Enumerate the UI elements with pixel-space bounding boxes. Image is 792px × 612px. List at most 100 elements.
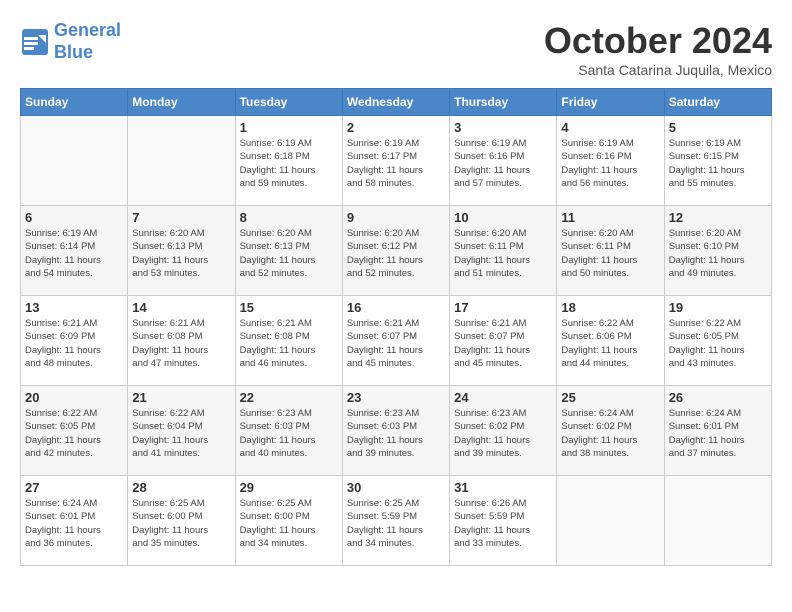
calendar-cell: 8 Sunrise: 6:20 AM Sunset: 6:13 PM Daylig… [235,206,342,296]
day-number: 30 [347,480,445,495]
day-info: Sunrise: 6:20 AM Sunset: 6:10 PM Dayligh… [669,227,767,280]
calendar-cell: 13 Sunrise: 6:21 AM Sunset: 6:09 PM Dayli… [21,296,128,386]
day-number: 2 [347,120,445,135]
logo-text: General Blue [54,20,121,63]
day-info: Sunrise: 6:19 AM Sunset: 6:17 PM Dayligh… [347,137,445,190]
day-info: Sunrise: 6:20 AM Sunset: 6:13 PM Dayligh… [240,227,338,280]
calendar-cell [664,476,771,566]
calendar-week-row: 27 Sunrise: 6:24 AM Sunset: 6:01 PM Dayli… [21,476,772,566]
calendar-cell: 5 Sunrise: 6:19 AM Sunset: 6:15 PM Daylig… [664,116,771,206]
calendar-cell: 16Sunrise: 6:21 AM Sunset: 6:07 PM Dayli… [342,296,449,386]
location: Santa Catarina Juquila, Mexico [544,62,772,78]
day-number: 26 [669,390,767,405]
calendar-cell: 22Sunrise: 6:23 AM Sunset: 6:03 PM Dayli… [235,386,342,476]
calendar-cell [557,476,664,566]
day-info: Sunrise: 6:20 AM Sunset: 6:11 PM Dayligh… [454,227,552,280]
calendar-cell [21,116,128,206]
calendar-cell: 31 Sunrise: 6:26 AM Sunset: 5:59 PM Dayli… [450,476,557,566]
day-info: Sunrise: 6:19 AM Sunset: 6:15 PM Dayligh… [669,137,767,190]
title-block: October 2024 Santa Catarina Juquila, Mex… [544,20,772,78]
calendar-cell: 10 Sunrise: 6:20 AM Sunset: 6:11 PM Dayli… [450,206,557,296]
logo-icon [20,27,50,57]
calendar-cell: 15 Sunrise: 6:21 AM Sunset: 6:08 PM Dayli… [235,296,342,386]
day-info: Sunrise: 6:22 AM Sunset: 6:04 PM Dayligh… [132,407,230,460]
calendar-cell: 4 Sunrise: 6:19 AM Sunset: 6:16 PM Daylig… [557,116,664,206]
calendar-week-row: 13 Sunrise: 6:21 AM Sunset: 6:09 PM Dayli… [21,296,772,386]
weekday-header: Sunday [21,89,128,116]
calendar-cell: 23Sunrise: 6:23 AM Sunset: 6:03 PM Dayli… [342,386,449,476]
day-info: Sunrise: 6:19 AM Sunset: 6:18 PM Dayligh… [240,137,338,190]
day-number: 19 [669,300,767,315]
day-number: 10 [454,210,552,225]
day-info: Sunrise: 6:19 AM Sunset: 6:16 PM Dayligh… [454,137,552,190]
day-number: 31 [454,480,552,495]
calendar-cell: 19 Sunrise: 6:22 AM Sunset: 6:05 PM Dayli… [664,296,771,386]
day-number: 14 [132,300,230,315]
day-info: Sunrise: 6:20 AM Sunset: 6:12 PM Dayligh… [347,227,445,280]
calendar-cell: 17 Sunrise: 6:21 AM Sunset: 6:07 PM Dayli… [450,296,557,386]
day-info: Sunrise: 6:21 AM Sunset: 6:08 PM Dayligh… [132,317,230,370]
day-number: 11 [561,210,659,225]
calendar-cell: 24 Sunrise: 6:23 AM Sunset: 6:02 PM Dayli… [450,386,557,476]
calendar-cell: 3 Sunrise: 6:19 AM Sunset: 6:16 PM Daylig… [450,116,557,206]
month-title: October 2024 [544,20,772,62]
day-number: 1 [240,120,338,135]
day-number: 29 [240,480,338,495]
day-number: 15 [240,300,338,315]
day-info: Sunrise: 6:25 AM Sunset: 5:59 PM Dayligh… [347,497,445,550]
day-number: 22 [240,390,338,405]
weekday-header: Monday [128,89,235,116]
calendar-week-row: 1 Sunrise: 6:19 AM Sunset: 6:18 PM Daylig… [21,116,772,206]
calendar-cell: 30 Sunrise: 6:25 AM Sunset: 5:59 PM Dayli… [342,476,449,566]
day-info: Sunrise: 6:19 AM Sunset: 6:16 PM Dayligh… [561,137,659,190]
day-info: Sunrise: 6:21 AM Sunset: 6:08 PM Dayligh… [240,317,338,370]
calendar-cell: 18 Sunrise: 6:22 AM Sunset: 6:06 PM Dayli… [557,296,664,386]
weekday-header: Wednesday [342,89,449,116]
day-info: Sunrise: 6:22 AM Sunset: 6:06 PM Dayligh… [561,317,659,370]
day-info: Sunrise: 6:23 AM Sunset: 6:02 PM Dayligh… [454,407,552,460]
day-info: Sunrise: 6:21 AM Sunset: 6:09 PM Dayligh… [25,317,123,370]
weekday-header: Tuesday [235,89,342,116]
calendar-week-row: 6 Sunrise: 6:19 AM Sunset: 6:14 PM Daylig… [21,206,772,296]
weekday-header: Saturday [664,89,771,116]
day-number: 9 [347,210,445,225]
day-number: 12 [669,210,767,225]
calendar-cell: 9 Sunrise: 6:20 AM Sunset: 6:12 PM Daylig… [342,206,449,296]
calendar-cell: 20Sunrise: 6:22 AM Sunset: 6:05 PM Dayli… [21,386,128,476]
day-number: 4 [561,120,659,135]
day-number: 13 [25,300,123,315]
calendar-cell: 28 Sunrise: 6:25 AM Sunset: 6:00 PM Dayli… [128,476,235,566]
day-number: 16 [347,300,445,315]
day-number: 28 [132,480,230,495]
day-number: 27 [25,480,123,495]
day-number: 3 [454,120,552,135]
day-info: Sunrise: 6:20 AM Sunset: 6:13 PM Dayligh… [132,227,230,280]
calendar-cell [128,116,235,206]
day-info: Sunrise: 6:20 AM Sunset: 6:11 PM Dayligh… [561,227,659,280]
calendar-table: SundayMondayTuesdayWednesdayThursdayFrid… [20,88,772,566]
day-number: 18 [561,300,659,315]
day-info: Sunrise: 6:25 AM Sunset: 6:00 PM Dayligh… [240,497,338,550]
day-info: Sunrise: 6:25 AM Sunset: 6:00 PM Dayligh… [132,497,230,550]
calendar-cell: 12 Sunrise: 6:20 AM Sunset: 6:10 PM Dayli… [664,206,771,296]
day-number: 6 [25,210,123,225]
day-number: 23 [347,390,445,405]
day-info: Sunrise: 6:24 AM Sunset: 6:02 PM Dayligh… [561,407,659,460]
day-info: Sunrise: 6:22 AM Sunset: 6:05 PM Dayligh… [669,317,767,370]
calendar-cell: 11 Sunrise: 6:20 AM Sunset: 6:11 PM Dayli… [557,206,664,296]
day-info: Sunrise: 6:19 AM Sunset: 6:14 PM Dayligh… [25,227,123,280]
day-number: 24 [454,390,552,405]
weekday-header-row: SundayMondayTuesdayWednesdayThursdayFrid… [21,89,772,116]
logo: General Blue [20,20,121,63]
calendar-cell: 2 Sunrise: 6:19 AM Sunset: 6:17 PM Daylig… [342,116,449,206]
day-number: 8 [240,210,338,225]
day-info: Sunrise: 6:22 AM Sunset: 6:05 PM Dayligh… [25,407,123,460]
day-info: Sunrise: 6:21 AM Sunset: 6:07 PM Dayligh… [454,317,552,370]
day-number: 5 [669,120,767,135]
day-info: Sunrise: 6:26 AM Sunset: 5:59 PM Dayligh… [454,497,552,550]
weekday-header: Friday [557,89,664,116]
day-number: 17 [454,300,552,315]
day-info: Sunrise: 6:24 AM Sunset: 6:01 PM Dayligh… [25,497,123,550]
calendar-cell: 6 Sunrise: 6:19 AM Sunset: 6:14 PM Daylig… [21,206,128,296]
calendar-cell: 21Sunrise: 6:22 AM Sunset: 6:04 PM Dayli… [128,386,235,476]
